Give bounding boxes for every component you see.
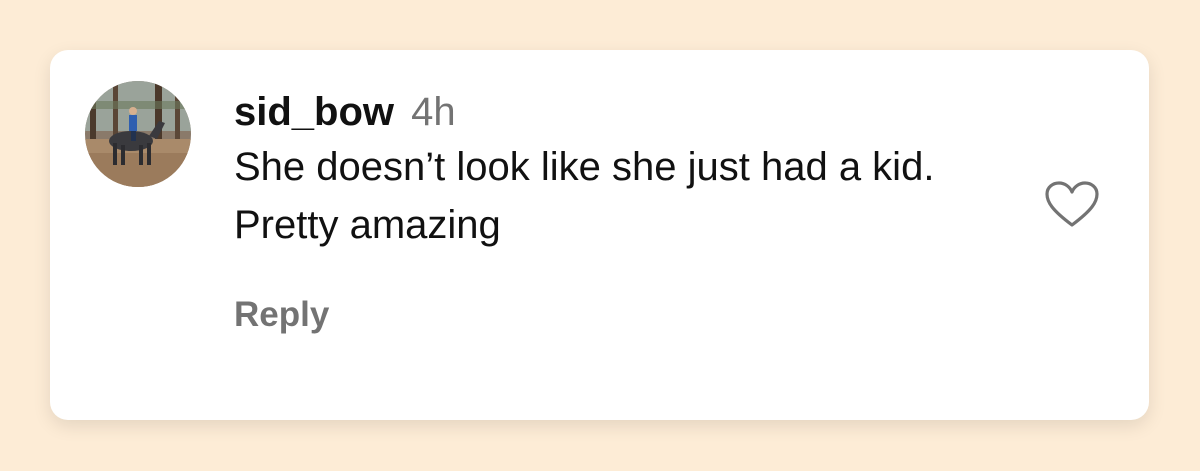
reply-button[interactable]: Reply	[234, 295, 329, 335]
avatar-photo	[85, 81, 191, 187]
comment-timestamp: 4h	[411, 90, 456, 134]
username-link[interactable]: sid_bow	[234, 90, 394, 134]
heart-outline-icon	[1045, 181, 1099, 227]
comment-card: sid_bow 4h She doesn’t look like she jus…	[50, 50, 1149, 420]
like-button[interactable]	[1044, 180, 1100, 230]
comment-text: She doesn’t look like she just had a kid…	[234, 145, 935, 247]
avatar[interactable]	[85, 81, 191, 187]
comment-meta: sid_bow 4h	[234, 86, 1034, 138]
comment-body: sid_bow 4h She doesn’t look like she jus…	[234, 86, 1034, 254]
